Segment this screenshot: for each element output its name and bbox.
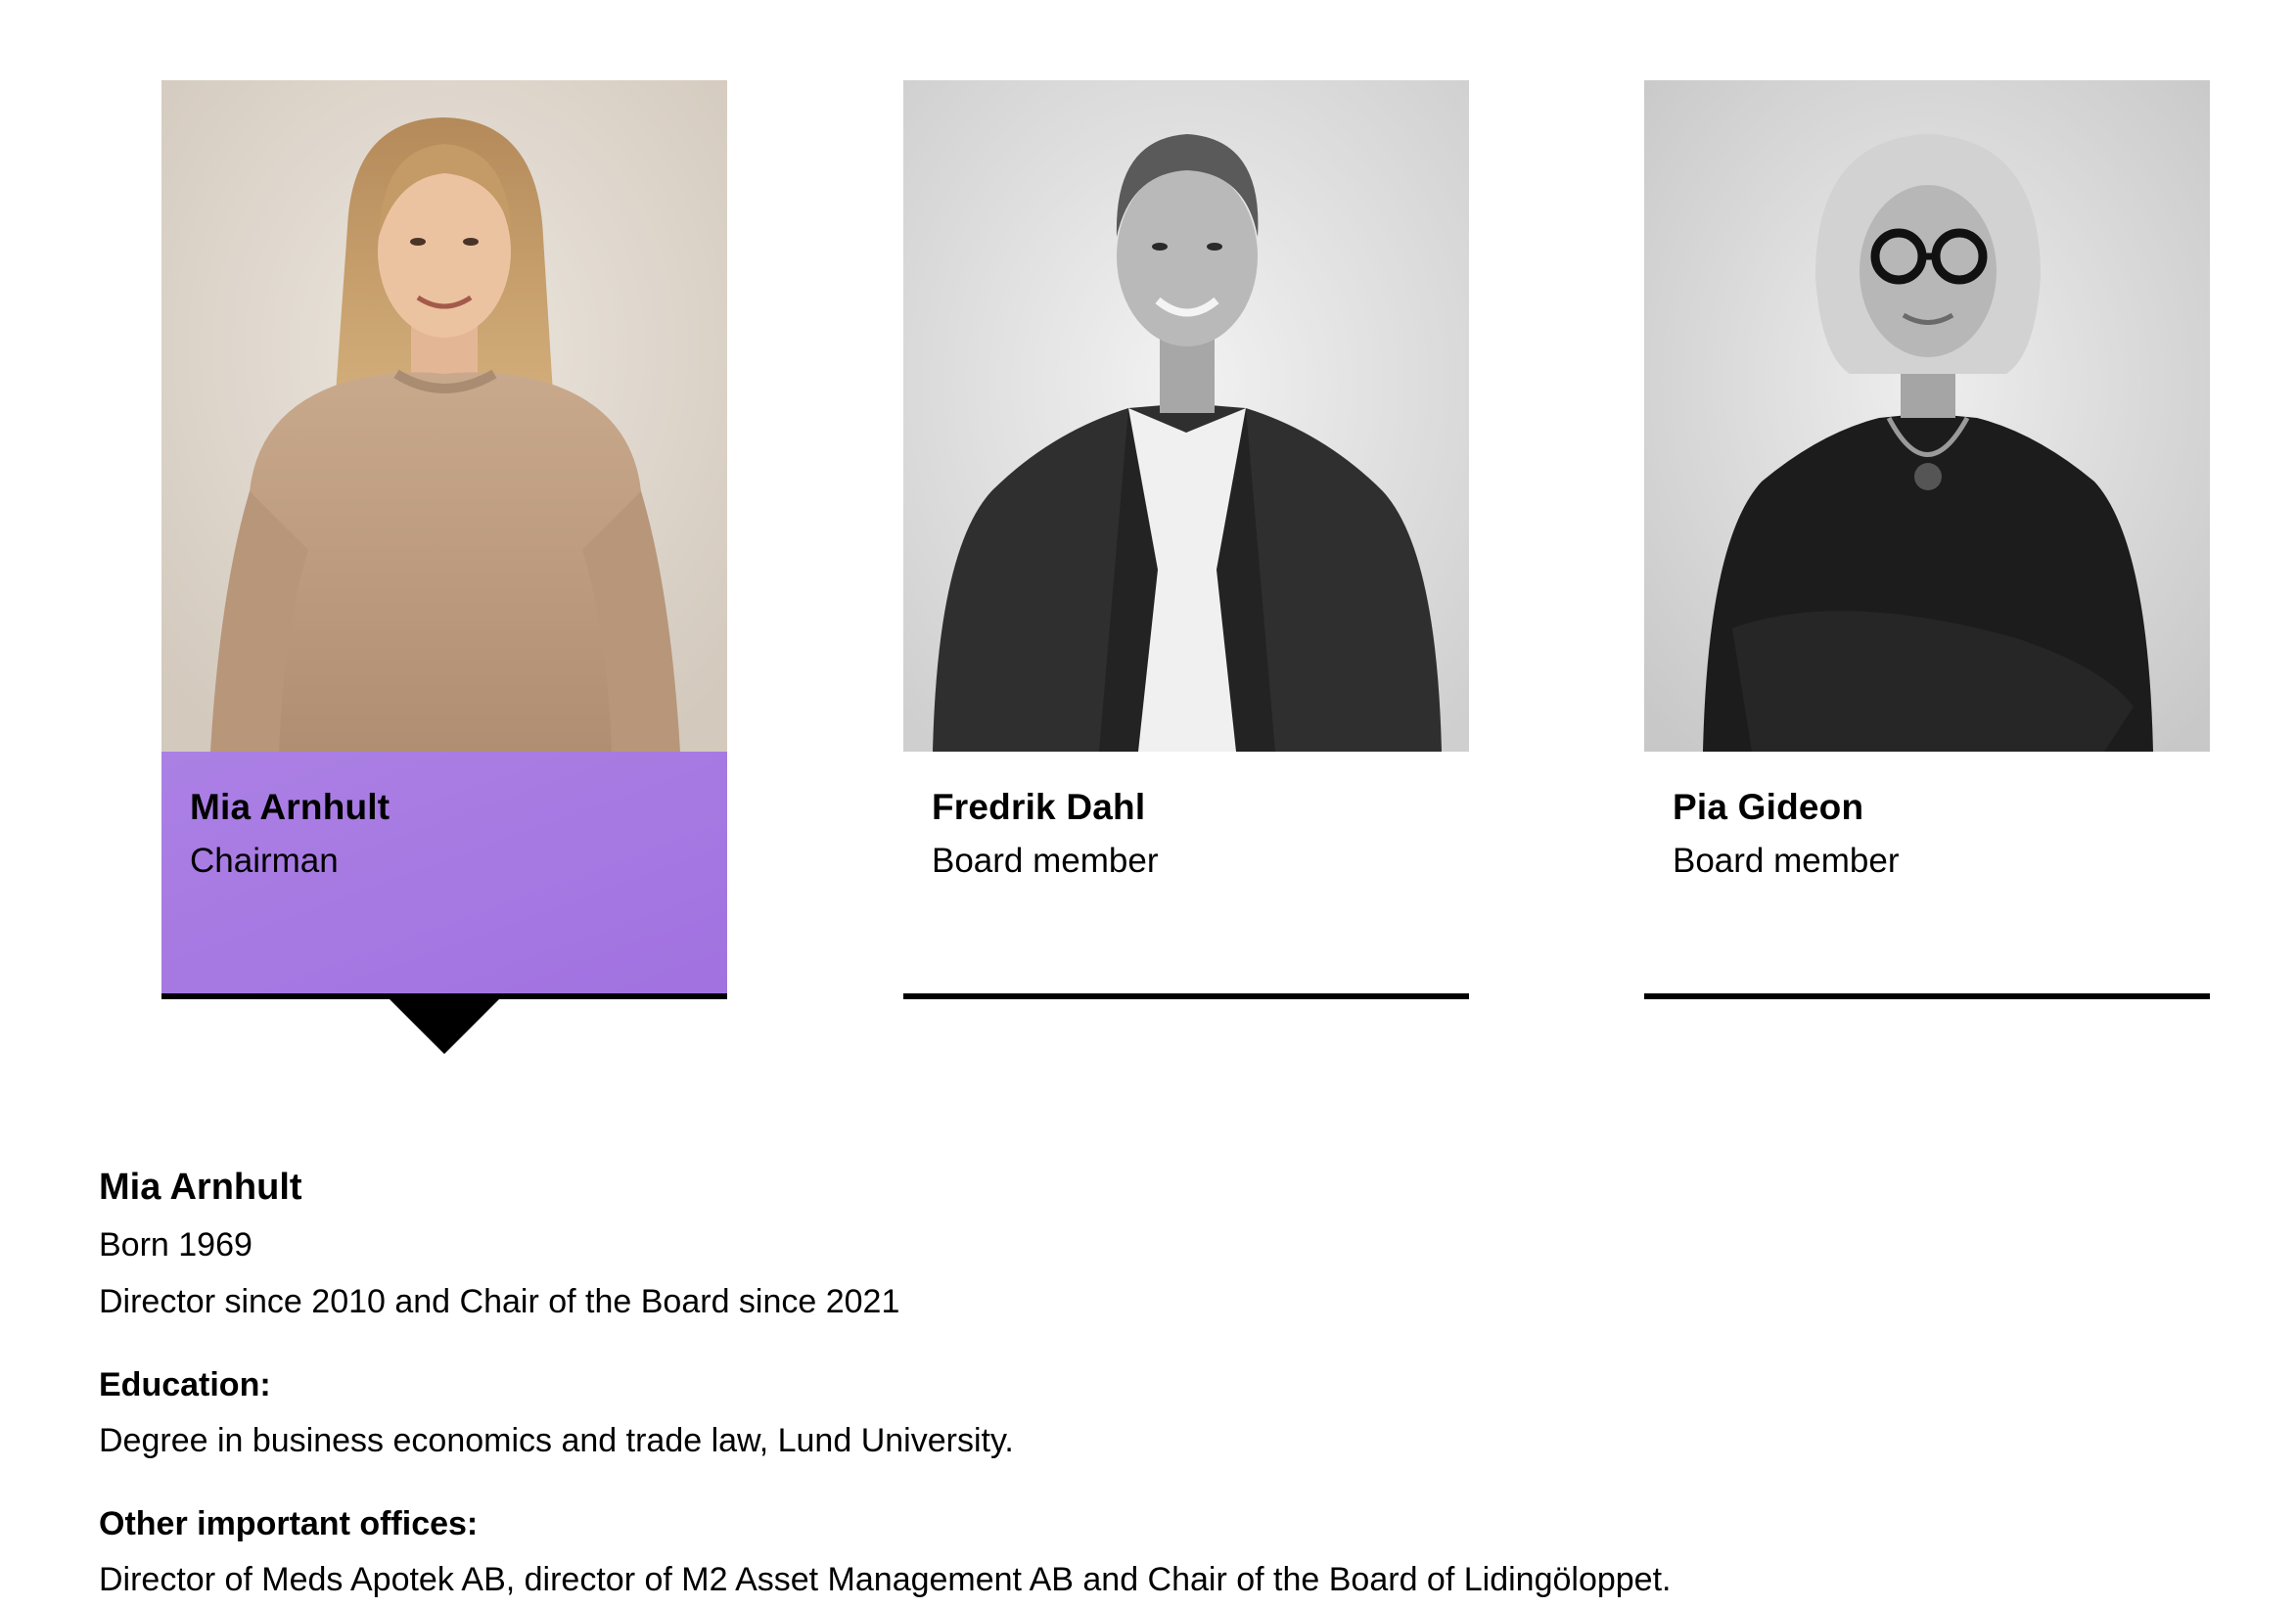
selected-indicator-arrow bbox=[390, 999, 499, 1054]
card-info-panel: Fredrik Dahl Board member bbox=[903, 752, 1469, 993]
card-name: Fredrik Dahl bbox=[932, 787, 1146, 827]
member-detail-panel: Mia Arnhult Born 1969 Director since 201… bbox=[99, 1158, 2203, 1608]
offices-heading: Other important offices: bbox=[99, 1505, 479, 1542]
card-name: Pia Gideon bbox=[1673, 787, 1864, 827]
portrait-photo-pia-gideon bbox=[1644, 80, 2210, 752]
card-role: Board member bbox=[1673, 842, 1900, 880]
portrait-photo-fredrik-dahl bbox=[903, 80, 1469, 752]
card-underline bbox=[1644, 993, 2210, 999]
offices-text: Director of Meds Apotek AB, director of … bbox=[99, 1561, 1672, 1598]
detail-name: Mia Arnhult bbox=[99, 1167, 302, 1208]
portrait-photo-mia-arnhult bbox=[161, 80, 727, 752]
card-info-panel: Mia Arnhult Chairman bbox=[161, 752, 727, 993]
card-role: Board member bbox=[932, 842, 1159, 880]
card-info-panel: Pia Gideon Board member bbox=[1644, 752, 2210, 993]
card-name: Mia Arnhult bbox=[190, 787, 390, 827]
card-role: Chairman bbox=[190, 842, 339, 880]
education-heading: Education: bbox=[99, 1366, 271, 1403]
detail-born: Born 1969 bbox=[99, 1226, 253, 1263]
card-underline bbox=[903, 993, 1469, 999]
board-member-card-mia-arnhult[interactable]: Mia Arnhult Chairman bbox=[161, 80, 727, 1054]
education-text: Degree in business economics and trade l… bbox=[99, 1422, 1014, 1459]
detail-tenure: Director since 2010 and Chair of the Boa… bbox=[99, 1283, 900, 1320]
board-member-card-pia-gideon[interactable]: Pia Gideon Board member bbox=[1644, 80, 2210, 999]
board-member-card-fredrik-dahl[interactable]: Fredrik Dahl Board member bbox=[903, 80, 1469, 999]
